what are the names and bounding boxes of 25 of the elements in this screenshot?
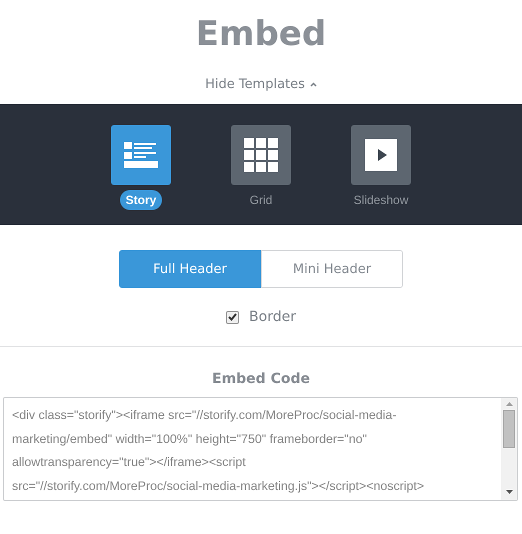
- template-label: Grid: [248, 192, 274, 209]
- template-option[interactable]: Grid: [231, 125, 291, 225]
- scroll-down-icon[interactable]: [506, 490, 512, 494]
- list-icon: [124, 142, 158, 168]
- template-label: Story: [120, 190, 162, 210]
- template-option[interactable]: Slideshow: [351, 125, 411, 225]
- grid-icon: [244, 138, 278, 172]
- header-option-tab[interactable]: Mini Header: [261, 250, 403, 288]
- border-checkbox[interactable]: [226, 310, 240, 324]
- scrollbar[interactable]: [501, 398, 517, 500]
- hide-templates-toggle[interactable]: Hide Templates: [205, 74, 317, 94]
- border-label: Border: [249, 309, 296, 325]
- template-label: Slideshow: [352, 192, 410, 209]
- page-title: Embed: [196, 13, 326, 56]
- header-option-tab[interactable]: Full Header: [119, 250, 261, 288]
- code-line: <div class="storify"><iframe src="//storify.com/MoreProc/social-media-: [12, 407, 398, 424]
- template-option[interactable]: Story: [111, 125, 171, 225]
- code-line: allowtransparency="true"></iframe><script: [12, 454, 247, 471]
- embed-code-heading: Embed Code: [212, 370, 310, 389]
- embed-code-field[interactable]: [3, 397, 518, 501]
- code-line: marketing/embed" width="100%" height="750" frameborder="no": [12, 430, 368, 448]
- code-line: src="//storify.com/MoreProc/social-media-marketing.js"></script><noscript>: [12, 478, 426, 495]
- play-icon: [365, 139, 397, 171]
- scroll-up-icon[interactable]: [506, 402, 512, 406]
- caret-icon: [310, 82, 317, 86]
